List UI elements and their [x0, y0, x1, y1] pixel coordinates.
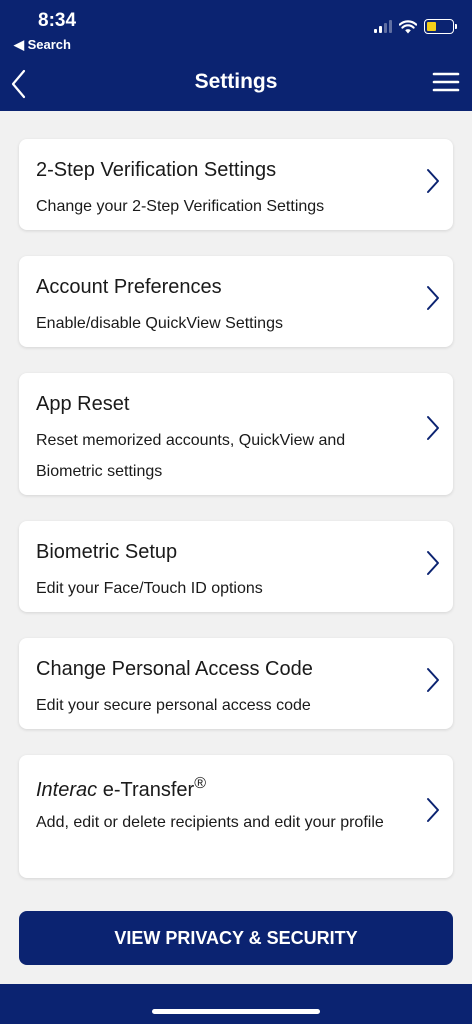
settings-item-title: Account Preferences	[36, 276, 222, 298]
settings-item-app-reset[interactable]: App Reset Reset memorized accounts, Quic…	[19, 373, 453, 495]
settings-item-biometric-setup[interactable]: Biometric Setup Edit your Face/Touch ID …	[19, 521, 453, 612]
settings-item-account-preferences[interactable]: Account Preferences Enable/disable Quick…	[19, 256, 453, 347]
chevron-right-icon	[427, 416, 439, 440]
settings-item-title: App Reset	[36, 393, 130, 415]
battery-icon	[424, 19, 457, 34]
chevron-right-icon	[427, 169, 439, 193]
settings-item-title: 2-Step Verification Settings	[36, 159, 277, 181]
chevron-right-icon	[427, 798, 439, 822]
settings-item-description: Change your 2-Step Verification Settings	[36, 198, 325, 215]
status-icons	[374, 19, 457, 34]
settings-item-description: Edit your Face/Touch ID options	[36, 580, 263, 597]
back-to-search-link[interactable]: ◀ Search	[14, 37, 71, 53]
page-title: Settings	[194, 70, 278, 93]
interac-brand-text: Interac	[36, 779, 98, 801]
chevron-right-icon	[427, 551, 439, 575]
wifi-icon	[399, 19, 417, 33]
settings-item-description: Add, edit or delete recipients and edit …	[36, 814, 384, 831]
chevron-right-icon	[427, 668, 439, 692]
e-transfer-text: e-Transfer	[97, 779, 195, 801]
settings-item-title: Interac e-Transfer®	[36, 775, 206, 802]
settings-item-title: Biometric Setup	[36, 541, 178, 563]
settings-item-description: Edit your secure personal access code	[36, 697, 311, 714]
settings-item-interac-e-transfer[interactable]: Interac e-Transfer® Add, edit or delete …	[19, 755, 453, 878]
chevron-right-icon	[427, 286, 439, 310]
settings-item-title: Change Personal Access Code	[36, 658, 313, 680]
hamburger-menu-icon[interactable]	[432, 70, 460, 94]
cellular-signal-icon	[374, 20, 392, 33]
home-indicator[interactable]	[152, 1009, 320, 1014]
settings-item-description: Reset memorized accounts, QuickView and …	[36, 432, 346, 480]
settings-item-change-access-code[interactable]: Change Personal Access Code Edit your se…	[19, 638, 453, 729]
registered-mark: ®	[194, 775, 207, 792]
settings-item-description: Enable/disable QuickView Settings	[36, 315, 283, 332]
app-header: 8:34 ◀ Search Settings	[0, 0, 472, 111]
status-time: 8:34	[38, 10, 77, 31]
bottom-bar	[0, 984, 472, 1024]
view-privacy-security-button[interactable]: VIEW PRIVACY & SECURITY	[19, 911, 453, 965]
settings-item-2-step-verification[interactable]: 2-Step Verification Settings Change your…	[19, 139, 453, 230]
